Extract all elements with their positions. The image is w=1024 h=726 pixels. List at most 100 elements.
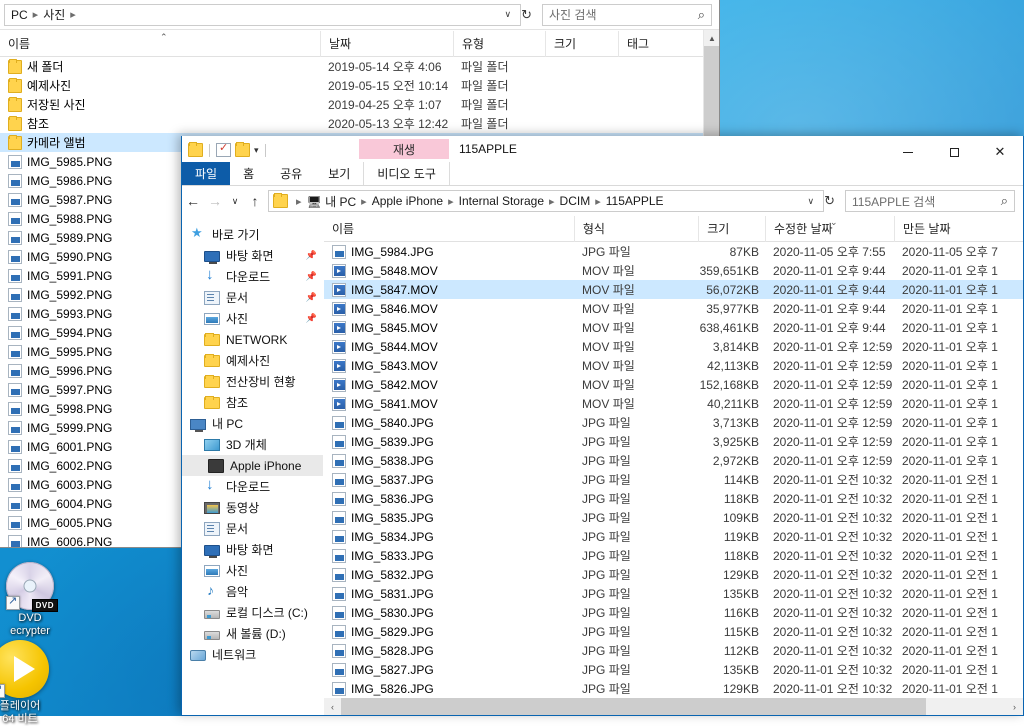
front-file-list-area[interactable]: 이름형식크기수정한 날짜⌄만든 날짜 IMG_5984.JPGJPG 파일87K… [324,216,1023,715]
explorer-window-115apple[interactable]: ▾ 재생 115APPLE ✕ 파일홈공유보기비디오 도구 ← → ∨ ↑ ▸ … [181,136,1024,716]
table-row[interactable]: IMG_5833.JPGJPG 파일118KB2020-11-01 오전 10:… [324,546,1023,565]
nav-item-16[interactable]: 사진 [182,560,323,581]
table-row[interactable]: 참조2020-05-13 오후 12:42파일 폴더 [0,114,704,133]
table-row[interactable]: 새 폴더2019-05-14 오후 4:06파일 폴더 [0,57,704,76]
front-column-headers[interactable]: 이름형식크기수정한 날짜⌄만든 날짜 [324,216,1023,242]
nav-item-17[interactable]: 음악 [182,581,323,602]
up-button[interactable]: ↑ [244,189,266,213]
column-header-0[interactable]: 이름 [324,216,574,242]
ribbon-tab-4[interactable]: 비디오 도구 [363,162,450,185]
ribbon-tab-0[interactable]: 파일 [182,162,230,185]
table-row[interactable]: IMG_5832.JPGJPG 파일129KB2020-11-01 오전 10:… [324,565,1023,584]
folder-icon[interactable] [188,143,203,157]
breadcrumb-pictures[interactable]: 사진 [41,6,67,23]
scroll-up-icon[interactable]: ▲ [704,30,720,46]
maximize-button[interactable] [931,139,977,165]
back-column-headers[interactable]: 이름⌃날짜유형크기태그 [0,31,704,57]
back-button[interactable]: ← [182,189,204,213]
table-row[interactable]: 저장된 사진2019-04-25 오후 1:07파일 폴더 [0,95,704,114]
ribbon-tab-2[interactable]: 공유 [267,162,315,185]
nav-item-2[interactable]: 다운로드📌 [182,266,323,287]
table-row[interactable]: IMG_5837.JPGJPG 파일114KB2020-11-01 오전 10:… [324,470,1023,489]
table-row[interactable]: IMG_5848.MOVMOV 파일359,651KB2020-11-01 오후… [324,261,1023,280]
table-row[interactable]: IMG_5826.JPGJPG 파일129KB2020-11-01 오전 10:… [324,679,1023,698]
table-row[interactable]: IMG_5839.JPGJPG 파일3,925KB2020-11-01 오후 1… [324,432,1023,451]
front-breadcrumb[interactable]: ▸ 🖥 내 PC ▸ Apple iPhone ▸ Internal Stora… [268,190,824,212]
breadcrumb-internal-storage[interactable]: Internal Storage [457,194,546,208]
desktop-icon-dvd-decrypter[interactable]: DVD DVD ecrypter [0,562,72,638]
pin-icon[interactable]: 📌 [306,292,317,303]
ribbon-tab-strip[interactable]: 파일홈공유보기비디오 도구 [182,163,1023,186]
close-button[interactable]: ✕ [977,139,1023,165]
nav-item-8[interactable]: 참조 [182,392,323,413]
table-row[interactable]: IMG_5831.JPGJPG 파일135KB2020-11-01 오전 10:… [324,584,1023,603]
nav-item-0[interactable]: 바로 가기 [182,224,323,245]
nav-item-10[interactable]: 3D 개체 [182,434,323,455]
nav-item-4[interactable]: 사진📌 [182,308,323,329]
hscroll-thumb[interactable] [341,698,926,715]
column-header-0[interactable]: 이름⌃ [0,31,320,57]
front-horizontal-scrollbar[interactable]: ‹ › [324,698,1023,715]
table-row[interactable]: IMG_5838.JPGJPG 파일2,972KB2020-11-01 오후 1… [324,451,1023,470]
table-row[interactable]: IMG_5835.JPGJPG 파일109KB2020-11-01 오전 10:… [324,508,1023,527]
ribbon-tab-1[interactable]: 홈 [230,162,267,185]
column-header-2[interactable]: 유형 [453,31,545,57]
nav-item-12[interactable]: 다운로드 [182,476,323,497]
new-folder-icon[interactable] [235,143,250,157]
minimize-button[interactable] [885,139,931,165]
navigation-pane[interactable]: 바로 가기바탕 화면📌다운로드📌문서📌사진📌NETWORK예제사진전산장비 현황… [182,216,324,715]
back-search-input[interactable]: 사진 검색 ⌕ [542,4,712,26]
table-row[interactable]: IMG_5841.MOVMOV 파일40,211KB2020-11-01 오후 … [324,394,1023,413]
chevron-down-icon[interactable]: ∨ [806,196,820,207]
nav-item-5[interactable]: NETWORK [182,329,323,350]
column-header-4[interactable]: 만든 날짜 [894,216,1023,242]
table-row[interactable]: IMG_5843.MOVMOV 파일42,113KB2020-11-01 오후 … [324,356,1023,375]
properties-icon[interactable] [216,143,231,157]
table-row[interactable]: IMG_5984.JPGJPG 파일87KB2020-11-05 오후 7:55… [324,242,1023,261]
pin-icon[interactable]: 📌 [306,250,317,261]
front-address-bar[interactable]: ← → ∨ ↑ ▸ 🖥 내 PC ▸ Apple iPhone ▸ Intern… [182,186,1023,216]
pin-icon[interactable]: 📌 [306,313,317,324]
nav-item-18[interactable]: 로컬 디스크 (C:) [182,602,323,623]
nav-item-20[interactable]: 네트워크 [182,644,323,665]
refresh-icon[interactable]: ↻ [824,193,839,209]
nav-item-19[interactable]: 새 볼륨 (D:) [182,623,323,644]
quick-access-toolbar[interactable]: ▾ [182,136,268,160]
column-header-3[interactable]: 크기 [545,31,618,57]
table-row[interactable]: IMG_5842.MOVMOV 파일152,168KB2020-11-01 오후… [324,375,1023,394]
breadcrumb-115apple[interactable]: 115APPLE [604,194,666,208]
table-row[interactable]: IMG_5846.MOVMOV 파일35,977KB2020-11-01 오후 … [324,299,1023,318]
column-header-1[interactable]: 형식 [574,216,698,242]
breadcrumb-apple-iphone[interactable]: Apple iPhone [370,194,445,208]
window-controls[interactable]: ✕ [885,139,1023,165]
nav-item-9[interactable]: 내 PC [182,413,323,434]
table-row[interactable]: IMG_5840.JPGJPG 파일3,713KB2020-11-01 오후 1… [324,413,1023,432]
nav-item-11[interactable]: Apple iPhone [182,455,323,476]
front-file-rows[interactable]: IMG_5984.JPGJPG 파일87KB2020-11-05 오후 7:55… [324,242,1023,698]
back-breadcrumb[interactable]: PC ▸ 사진 ▸ ∨ [4,4,521,26]
ribbon-tab-3[interactable]: 보기 [315,162,363,185]
table-row[interactable]: IMG_5829.JPGJPG 파일115KB2020-11-01 오전 10:… [324,622,1023,641]
nav-item-6[interactable]: 예제사진 [182,350,323,371]
column-header-2[interactable]: 크기 [698,216,765,242]
table-row[interactable]: IMG_5845.MOVMOV 파일638,461KB2020-11-01 오후… [324,318,1023,337]
table-row[interactable]: IMG_5847.MOVMOV 파일56,072KB2020-11-01 오후 … [324,280,1023,299]
nav-item-7[interactable]: 전산장비 현황 [182,371,323,392]
column-header-3[interactable]: 수정한 날짜⌄ [765,216,894,242]
desktop-icon-media-player[interactable]: 플레이어 64 비트 [0,640,62,726]
breadcrumb-dcim[interactable]: DCIM [558,194,593,208]
nav-item-1[interactable]: 바탕 화면📌 [182,245,323,266]
nav-item-14[interactable]: 문서 [182,518,323,539]
breadcrumb-pc[interactable]: PC [9,8,30,22]
table-row[interactable]: IMG_5827.JPGJPG 파일135KB2020-11-01 오전 10:… [324,660,1023,679]
nav-item-3[interactable]: 문서📌 [182,287,323,308]
forward-button[interactable]: → [204,189,226,213]
scroll-right-icon[interactable]: › [1006,698,1023,715]
nav-item-15[interactable]: 바탕 화면 [182,539,323,560]
table-row[interactable]: IMG_5844.MOVMOV 파일3,814KB2020-11-01 오후 1… [324,337,1023,356]
chevron-down-icon[interactable]: ▾ [254,143,259,157]
recent-locations-button[interactable]: ∨ [226,189,244,213]
breadcrumb-my-pc[interactable]: 🖥 내 PC [305,193,359,210]
refresh-icon[interactable]: ↻ [521,7,536,23]
pin-icon[interactable]: 📌 [306,271,317,282]
